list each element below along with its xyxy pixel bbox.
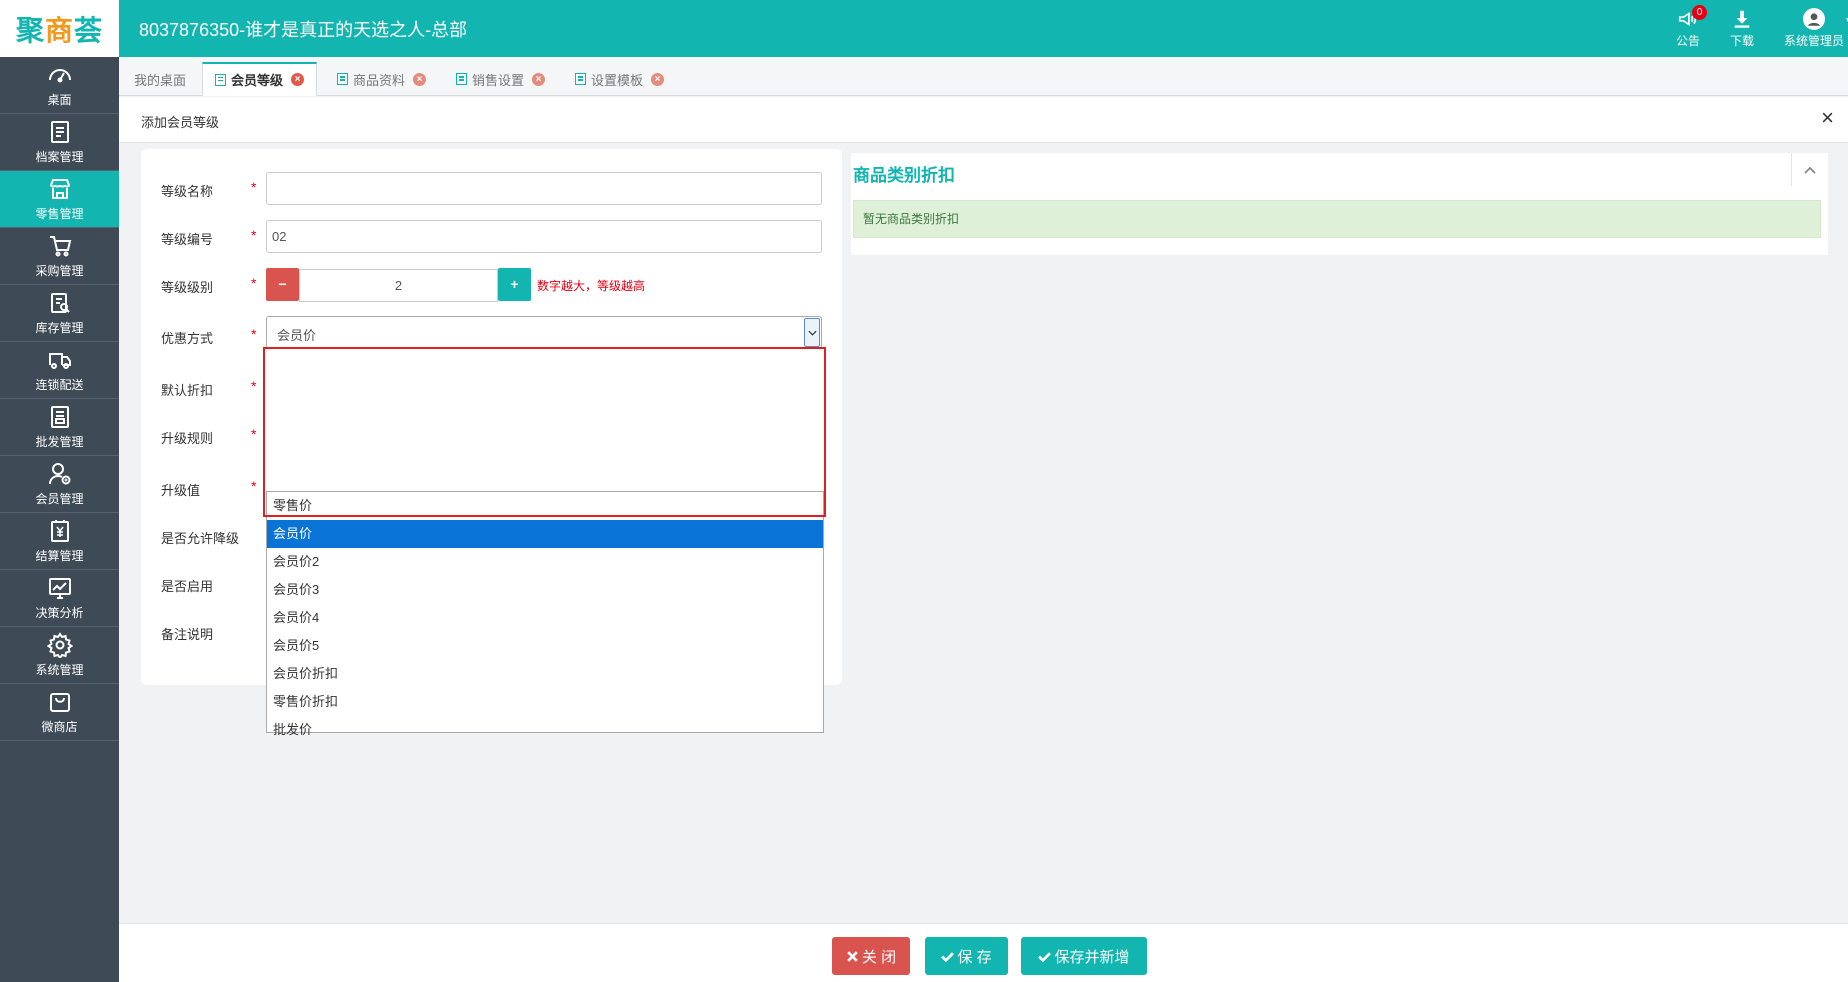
close-icon[interactable]: × xyxy=(413,72,427,86)
dashboard-icon xyxy=(48,69,71,83)
sidebar-item-inventory[interactable]: 库存管理 xyxy=(0,285,119,342)
truck-icon xyxy=(48,353,71,369)
chevron-down-icon: ▼ xyxy=(1844,16,1848,27)
sidebar-item-desktop[interactable]: 桌面 xyxy=(0,57,119,114)
notice-count-badge: 0 xyxy=(1691,5,1707,20)
dropdown-option[interactable]: 会员价4 xyxy=(267,604,823,632)
download-button[interactable]: 下载 xyxy=(1715,0,1769,57)
discount-mode-dropdown: 零售价 会员价 会员价2 会员价3 会员价4 会员价5 会员价折扣 零售价折扣 … xyxy=(266,491,824,737)
check-icon xyxy=(1038,951,1052,962)
level-increment-button[interactable]: + xyxy=(498,268,531,301)
level-name-input[interactable] xyxy=(266,172,822,205)
tab-product-info[interactable]: 商品资料 × xyxy=(324,62,439,96)
form-row-level: 等级级别 * − 2 + 数字越大，等级越高 xyxy=(141,268,842,302)
dropdown-option[interactable]: 批发价 xyxy=(267,716,823,744)
form-row-name: 等级名称 * xyxy=(141,172,842,206)
sidebar: 桌面 档案管理 零售管理 采购管理 库存管理 连锁配送 批发管理 会员管理 结算… xyxy=(0,57,120,982)
check-icon xyxy=(941,951,955,962)
wholesale-icon xyxy=(50,406,69,428)
close-icon[interactable]: × xyxy=(532,72,546,86)
dropdown-option[interactable]: 零售价 xyxy=(267,492,823,520)
yen-icon xyxy=(50,520,69,542)
close-icon xyxy=(847,950,858,962)
sidebar-item-analysis[interactable]: 决策分析 xyxy=(0,570,119,627)
tab-sales-settings[interactable]: 销售设置 × xyxy=(443,62,558,96)
empty-category-message: 暂无商品类别折扣 xyxy=(853,200,1821,238)
sidebar-item-settlement[interactable]: 结算管理 xyxy=(0,513,119,570)
close-button[interactable]: 关 闭 xyxy=(832,937,910,975)
document-icon xyxy=(456,73,467,85)
close-icon[interactable]: × xyxy=(1821,106,1834,130)
dropdown-option[interactable]: 会员价2 xyxy=(267,548,823,576)
save-and-new-button[interactable]: 保存并新增 xyxy=(1021,937,1147,975)
level-code-input[interactable] xyxy=(266,220,822,253)
member-icon xyxy=(48,463,70,485)
tab-bar: 我的桌面 会员等级 × 商品资料 × 销售设置 × 设置模板 × xyxy=(119,57,1848,96)
sidebar-item-system[interactable]: 系统管理 xyxy=(0,627,119,684)
cart-icon xyxy=(49,236,71,257)
sidebar-item-archive[interactable]: 档案管理 xyxy=(0,114,119,171)
category-discount-panel: 商品类别折扣 暂无商品类别折扣 xyxy=(851,153,1828,255)
page-header: 添加会员等级 × xyxy=(119,97,1848,143)
close-icon[interactable]: × xyxy=(291,73,305,86)
form-row-default-discount: 默认折扣 * xyxy=(161,378,257,398)
chart-icon xyxy=(48,578,71,599)
sidebar-item-wholesale[interactable]: 批发管理 xyxy=(0,399,119,456)
notice-button[interactable]: 0 公告 xyxy=(1661,0,1715,57)
dropdown-option[interactable]: 会员价3 xyxy=(267,576,823,604)
document-icon xyxy=(337,73,348,85)
dropdown-option-selected[interactable]: 会员价 xyxy=(267,520,823,548)
tab-settings-template[interactable]: 设置模板 × xyxy=(562,62,677,96)
dropdown-option[interactable]: 会员价5 xyxy=(267,632,823,660)
dropdown-option[interactable]: 零售价折扣 xyxy=(267,688,823,716)
close-icon[interactable]: × xyxy=(651,72,665,86)
download-icon xyxy=(1734,10,1750,28)
save-button[interactable]: 保 存 xyxy=(925,937,1008,975)
form-row-discount-mode: 优惠方式 * 会员价 xyxy=(141,316,842,350)
top-header: 聚商荟 8037876350-谁才是真正的天选之人-总部 0 公告 下载 系统管… xyxy=(0,0,1848,57)
store-icon xyxy=(49,179,70,199)
footer-actions: 关 闭 保 存 保存并新增 xyxy=(119,923,1848,982)
avatar xyxy=(1802,8,1825,30)
tab-member-level[interactable]: 会员等级 × xyxy=(202,62,318,96)
logo[interactable]: 聚商荟 xyxy=(0,0,119,57)
form-row-upgrade-rule: 升级规则 * xyxy=(161,426,257,446)
inventory-icon xyxy=(50,293,70,313)
notice-label: 公告 xyxy=(1675,34,1700,48)
bag-icon xyxy=(49,693,70,712)
page-title: 添加会员等级 xyxy=(141,115,220,130)
user-menu[interactable]: 系统管理员 ▼ xyxy=(1769,0,1848,57)
archive-icon xyxy=(50,121,69,143)
form-row-code: 等级编号 * xyxy=(141,220,842,254)
level-decrement-button[interactable]: − xyxy=(266,268,299,301)
store-title: 8037876350-谁才是真正的天选之人-总部 xyxy=(139,20,468,40)
sidebar-item-member[interactable]: 会员管理 xyxy=(0,456,119,513)
user-label: 系统管理员 xyxy=(1783,34,1844,48)
sidebar-item-retail[interactable]: 零售管理 xyxy=(0,171,120,228)
collapse-button[interactable] xyxy=(1791,153,1828,186)
user-avatar-icon xyxy=(1807,13,1820,26)
document-icon xyxy=(575,73,586,85)
download-label: 下载 xyxy=(1729,34,1754,48)
discount-mode-select[interactable]: 会员价 xyxy=(266,316,822,349)
dropdown-option[interactable]: 会员价折扣 xyxy=(267,660,823,688)
chevron-up-icon xyxy=(1804,166,1816,174)
level-stepper-input[interactable]: 2 xyxy=(299,269,498,302)
level-hint: 数字越大，等级越高 xyxy=(537,279,646,293)
category-discount-title: 商品类别折扣 xyxy=(853,166,955,185)
document-icon xyxy=(215,73,226,86)
sidebar-item-purchase[interactable]: 采购管理 xyxy=(0,228,119,285)
tab-my-desktop[interactable]: 我的桌面 xyxy=(121,62,199,96)
sidebar-item-delivery[interactable]: 连锁配送 xyxy=(0,342,119,399)
sidebar-item-wechat-store[interactable]: 微商店 xyxy=(0,684,119,741)
gear-icon xyxy=(46,632,73,658)
chevron-down-icon[interactable] xyxy=(804,318,820,347)
